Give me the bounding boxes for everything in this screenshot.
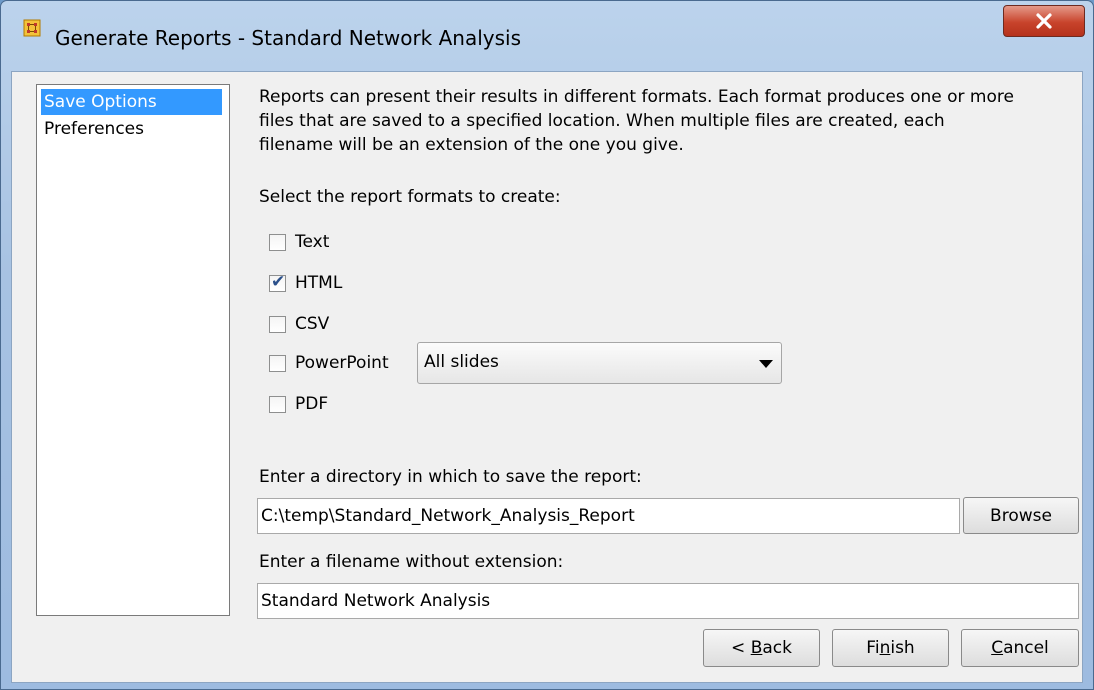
back-button-rest: ack xyxy=(762,638,792,658)
pdf-checkbox[interactable] xyxy=(269,395,286,413)
finish-button-accel: n xyxy=(879,638,891,658)
description-line-2: files that are saved to a specified loca… xyxy=(259,111,945,131)
csv-checkbox-label: CSV xyxy=(295,314,330,334)
text-checkbox-label: Text xyxy=(295,232,330,252)
options-list[interactable]: Save Options Preferences xyxy=(36,84,230,616)
pdf-checkbox-label: PDF xyxy=(295,394,329,414)
cancel-button-accel: C xyxy=(991,638,1004,658)
checkmark-icon: ✔ xyxy=(271,271,286,292)
close-button[interactable] xyxy=(1003,5,1085,37)
html-checkbox[interactable]: ✔ xyxy=(269,271,286,292)
powerpoint-slides-value: All slides xyxy=(424,352,499,372)
formats-prompt: Select the report formats to create: xyxy=(259,187,561,207)
format-pdf-option[interactable]: PDF xyxy=(269,392,328,416)
powerpoint-checkbox[interactable] xyxy=(269,354,286,372)
back-button-prefix: < xyxy=(731,638,751,658)
powerpoint-checkbox-label: PowerPoint xyxy=(295,353,389,373)
nav-item-preferences[interactable]: Preferences xyxy=(41,116,147,142)
description-line-3: filename will be an extension of the one… xyxy=(259,135,684,155)
close-icon xyxy=(1036,13,1052,29)
nav-item-save-options[interactable]: Save Options xyxy=(41,89,222,115)
format-powerpoint-option[interactable]: PowerPoint xyxy=(269,351,389,375)
window-title: Generate Reports - Standard Network Anal… xyxy=(55,26,522,50)
browse-button[interactable]: Browse xyxy=(963,497,1079,534)
cancel-button[interactable]: Cancel xyxy=(961,629,1079,667)
back-button[interactable]: < Back xyxy=(703,629,820,667)
csv-checkbox[interactable] xyxy=(269,315,286,333)
format-text-option[interactable]: Text xyxy=(269,230,329,254)
network-grid-icon xyxy=(23,19,41,37)
directory-prompt: Enter a directory in which to save the r… xyxy=(259,467,642,487)
filename-input[interactable]: Standard Network Analysis xyxy=(257,583,1079,619)
powerpoint-slides-select[interactable]: All slides xyxy=(417,342,782,384)
filename-prompt: Enter a filename without extension: xyxy=(259,552,564,572)
text-checkbox[interactable] xyxy=(269,233,286,251)
format-html-option[interactable]: ✔ HTML xyxy=(269,271,342,295)
html-checkbox-label: HTML xyxy=(295,273,343,293)
title-bar[interactable]: Generate Reports - Standard Network Anal… xyxy=(1,1,1093,50)
finish-button[interactable]: Fi n ish xyxy=(832,629,949,667)
cancel-button-rest: ancel xyxy=(1003,638,1049,658)
directory-input[interactable]: C:\temp\Standard_Network_Analysis_Report xyxy=(257,498,960,534)
description-line-1: Reports can present their results in dif… xyxy=(259,87,1014,107)
back-button-accel: B xyxy=(750,638,763,658)
dialog-window: Generate Reports - Standard Network Anal… xyxy=(0,0,1094,690)
format-csv-option[interactable]: CSV xyxy=(269,312,329,336)
finish-button-rest: ish xyxy=(890,638,915,658)
finish-button-prefix: Fi xyxy=(866,638,880,658)
dropdown-arrow-icon xyxy=(759,360,773,368)
